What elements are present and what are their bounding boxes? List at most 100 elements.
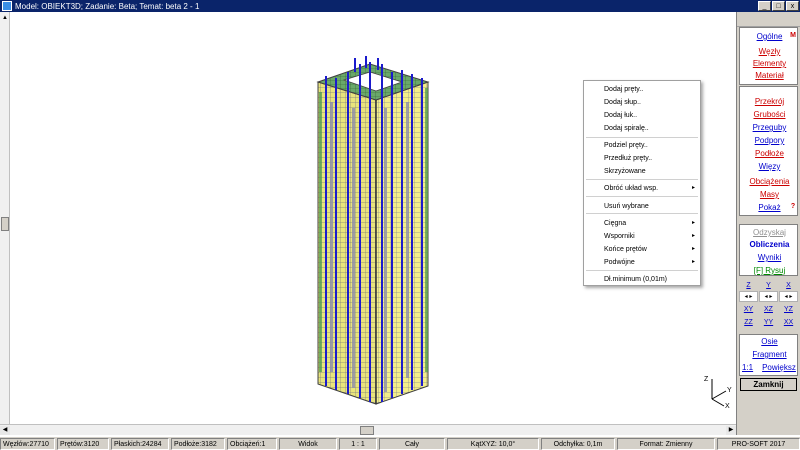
context-menu-item[interactable]: Wsporniki ▸ <box>584 231 700 242</box>
status-bars: Prętów:3120 <box>57 438 109 450</box>
status-loads: Obciążeń:1 <box>227 438 277 450</box>
app-icon <box>2 1 12 11</box>
status-spacing[interactable]: Odchyłka: 0,1m <box>541 438 615 450</box>
menu-separator <box>586 137 698 138</box>
m-mark-icon[interactable]: M <box>789 32 797 40</box>
link-osie[interactable]: Osie <box>740 337 799 346</box>
link-grubosci[interactable]: Grubości <box>740 110 799 119</box>
menu-item-label: Skrzyżowane <box>604 168 646 175</box>
link-powieksz[interactable]: Powiększ <box>760 363 798 372</box>
view-xz-button[interactable]: XZ <box>759 304 778 315</box>
context-menu-item[interactable]: Dodaj spiralę.. <box>584 123 700 134</box>
link-fragment[interactable]: Fragment <box>740 350 799 359</box>
panel-header <box>737 12 800 27</box>
view-y-button[interactable]: Y <box>759 280 778 291</box>
horizontal-scrollbar[interactable]: ◀ ▶ <box>0 424 736 435</box>
status-planes: Płaskich:24284 <box>111 438 169 450</box>
context-menu-item[interactable]: Obróć układ wsp. ▸ <box>584 183 700 194</box>
axis-x-label: X <box>725 403 730 409</box>
status-view-button[interactable]: Widok <box>279 438 337 450</box>
scroll-thumb[interactable] <box>1 217 9 231</box>
view-xx-button[interactable]: XX <box>779 317 798 328</box>
vertical-scrollbar[interactable]: ▲ <box>0 12 10 424</box>
menu-item-label: Dodaj spiralę.. <box>604 125 649 132</box>
menu-item-label: Dodaj łuk.. <box>604 112 638 119</box>
menu-item-label: Końce prętów <box>604 246 647 253</box>
link-material[interactable]: Materiał <box>740 71 799 80</box>
rotate-x-arrows-icon[interactable]: ◂ ▸ <box>779 291 798 302</box>
context-menu-item[interactable]: Dodaj słup.. <box>584 97 700 108</box>
view-yz-button[interactable]: YZ <box>779 304 798 315</box>
right-tool-panel: Ogólne M Węzły Elementy Materiał Przekró… <box>736 12 800 435</box>
link-elementy[interactable]: Elementy <box>740 59 799 68</box>
scroll-left-icon[interactable]: ◀ <box>0 426 10 435</box>
status-format[interactable]: Format: Zmienny <box>617 438 715 450</box>
scroll-right-icon[interactable]: ▶ <box>726 426 736 435</box>
menu-item-label: Podziel pręty.. <box>604 142 648 149</box>
status-extent[interactable]: Cały <box>379 438 445 450</box>
group-calculation: Odzyskaj Obliczenia Wyniki [F] Rysuj <box>739 224 798 276</box>
submenu-arrow-icon: ▸ <box>691 233 695 239</box>
context-menu-item[interactable]: Podziel pręty.. <box>584 140 700 151</box>
menu-item-label: Dodaj pręty.. <box>604 86 644 93</box>
link-wyniki[interactable]: Wyniki <box>740 253 799 262</box>
context-menu-item[interactable]: Skrzyżowane <box>584 166 700 177</box>
context-menu-item[interactable]: Dodaj pręty.. <box>584 84 700 95</box>
window-title: Model: OBIEKT3D; Zadanie: Beta; Temat: b… <box>15 1 200 11</box>
maximize-button[interactable]: □ <box>772 1 785 11</box>
link-obliczenia[interactable]: Obliczenia <box>740 240 799 249</box>
menu-item-label: Podwójne <box>604 259 635 266</box>
link-zoom-1to1[interactable]: 1:1 <box>742 363 756 372</box>
submenu-arrow-icon: ▸ <box>691 246 695 252</box>
context-menu-item[interactable]: Podwójne ▸ <box>584 257 700 268</box>
zamknij-button[interactable]: Zamknij <box>740 378 797 391</box>
menu-item-label: Dodaj słup.. <box>604 99 641 106</box>
menu-separator <box>586 196 698 197</box>
menu-item-label: Przedłuż pręty.. <box>604 155 653 162</box>
group-model: Ogólne M Węzły Elementy Materiał <box>739 27 798 85</box>
view-yy-button[interactable]: YY <box>759 317 778 328</box>
link-przekroj[interactable]: Przekrój <box>740 97 799 106</box>
title-bar: Model: OBIEKT3D; Zadanie: Beta; Temat: b… <box>0 0 800 12</box>
status-angle[interactable]: KątXYZ: 10,0° <box>447 438 539 450</box>
status-subsoil: Podłoże:3182 <box>171 438 225 450</box>
context-menu-item[interactable]: Cięgna ▸ <box>584 218 700 229</box>
close-button[interactable]: x <box>786 1 799 11</box>
context-menu-item[interactable]: Dł.minimum (0,01m) <box>584 274 700 285</box>
menu-item-label: Obróć układ wsp. <box>604 185 659 192</box>
link-odzyskaj[interactable]: Odzyskaj <box>740 228 799 237</box>
context-menu-item[interactable]: Dodaj łuk.. <box>584 110 700 121</box>
status-nodes: Węzłów:27710 <box>0 438 55 450</box>
group-view: Osie Fragment 1:1 Powiększ <box>739 334 798 376</box>
hscroll-thumb[interactable] <box>360 426 374 435</box>
view-z-button[interactable]: Z <box>739 280 758 291</box>
link-podloze[interactable]: Podłoże <box>740 149 799 158</box>
link-wezly[interactable]: Węzły <box>740 47 799 56</box>
axis-z-label: Z <box>704 376 709 383</box>
minimize-button[interactable]: _ <box>758 1 771 11</box>
scroll-up-icon[interactable]: ▲ <box>1 14 9 22</box>
view-zz-button[interactable]: ZZ <box>739 317 758 328</box>
help-icon[interactable]: ? <box>789 203 797 211</box>
context-menu-item[interactable]: Końce prętów ▸ <box>584 244 700 255</box>
menu-item-label: Usuń wybrane <box>604 203 649 210</box>
view-x-button[interactable]: X <box>779 280 798 291</box>
submenu-arrow-icon: ▸ <box>691 220 695 226</box>
link-przeguby[interactable]: Przeguby <box>740 123 799 132</box>
context-menu-item[interactable]: Przedłuż pręty.. <box>584 153 700 164</box>
link-wiezy[interactable]: Więzy <box>740 162 799 171</box>
link-obciazenia[interactable]: Obciążenia <box>740 177 799 186</box>
menu-item-label: Cięgna <box>604 220 627 227</box>
view-xy-button[interactable]: XY <box>739 304 758 315</box>
status-scale[interactable]: 1 : 1 <box>339 438 377 450</box>
menu-item-label: Dł.minimum (0,01m) <box>604 276 668 283</box>
submenu-arrow-icon: ▸ <box>691 185 695 191</box>
link-masy[interactable]: Masy <box>740 190 799 199</box>
context-menu-item[interactable]: Usuń wybrane <box>584 201 700 212</box>
context-menu: Dodaj pręty.. Dodaj słup.. Dodaj łuk.. Doda… <box>583 80 701 286</box>
status-brand: PRO-SOFT 2017 <box>717 438 800 450</box>
rotate-y-arrows-icon[interactable]: ◂ ▸ <box>759 291 778 302</box>
link-podpory[interactable]: Podpory <box>740 136 799 145</box>
rotate-z-arrows-icon[interactable]: ◂ ▸ <box>739 291 758 302</box>
link-rysuj[interactable]: [F] Rysuj <box>740 266 799 275</box>
